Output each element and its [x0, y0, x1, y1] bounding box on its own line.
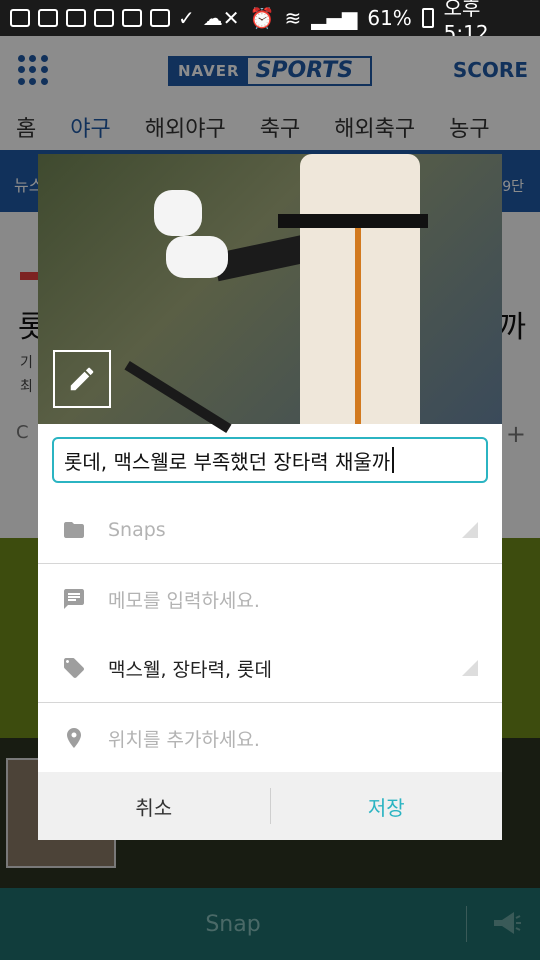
memo-placeholder: 메모를 입력하세요. — [108, 589, 260, 612]
photo-glove-upper — [154, 190, 202, 236]
location-placeholder: 위치를 추가하세요. — [108, 728, 260, 751]
photo-glove-lower — [166, 236, 228, 278]
title-input-value: 롯데, 맥스웰로 부족했던 장타력 채울까 — [64, 449, 391, 474]
dropdown-triangle-icon — [462, 522, 478, 538]
divider — [38, 563, 502, 564]
folder-label: Snaps — [108, 519, 166, 541]
app-icon — [66, 9, 86, 27]
signal-icon: ▂▄▆ — [311, 6, 358, 30]
photo-belt — [278, 214, 428, 228]
battery-icon — [421, 8, 434, 28]
folder-selector[interactable]: Snaps — [38, 496, 502, 564]
pencil-icon — [70, 367, 94, 391]
save-snap-dialog: 롯데, 맥스웰로 부족했던 장타력 채울까 Snaps 메모를 입력하세요. 맥… — [38, 154, 502, 840]
mute-icon: ✕ — [222, 6, 240, 30]
cancel-button[interactable]: 취소 — [38, 792, 270, 821]
save-button[interactable]: 저장 — [271, 792, 503, 821]
title-input[interactable]: 롯데, 맥스웰로 부족했던 장타력 채울까 — [52, 437, 488, 483]
alarm-icon: ⏰ — [249, 6, 275, 30]
divider — [38, 702, 502, 703]
text-caret — [392, 447, 395, 473]
dropdown-triangle-icon — [462, 660, 478, 676]
notification-icons: ✓ ☁ — [10, 6, 223, 30]
check-icon: ✓ — [178, 6, 195, 30]
folder-icon — [64, 522, 84, 538]
tags-value: 맥스웰, 장타력, 롯데 — [108, 658, 272, 681]
status-bar: ✓ ☁ ✕ ⏰ ≋ ▂▄▆ 61% 오후 5:12 — [0, 0, 540, 45]
location-pin-icon — [67, 728, 81, 748]
photo-bat — [124, 360, 232, 434]
tag-icon — [64, 658, 84, 678]
tags-selector[interactable]: 맥스웰, 장타력, 롯데 — [38, 634, 502, 702]
sheet-icon — [38, 9, 58, 27]
location-field[interactable]: 위치를 추가하세요. — [38, 704, 502, 772]
photo-uniform — [300, 154, 420, 424]
image-icon — [94, 9, 114, 27]
snap-image — [38, 154, 502, 434]
wifi-icon: ≋ — [284, 6, 302, 30]
sync-icon — [150, 9, 170, 27]
chat-icon — [10, 9, 30, 27]
edit-image-button[interactable] — [53, 350, 111, 408]
link-icon — [122, 9, 142, 27]
dialog-actions: 취소 저장 — [38, 772, 502, 840]
weather-icon: ☁ — [202, 6, 223, 30]
comment-icon — [64, 589, 84, 609]
battery-percent: 61% — [367, 6, 412, 30]
memo-field[interactable]: 메모를 입력하세요. — [38, 565, 502, 633]
